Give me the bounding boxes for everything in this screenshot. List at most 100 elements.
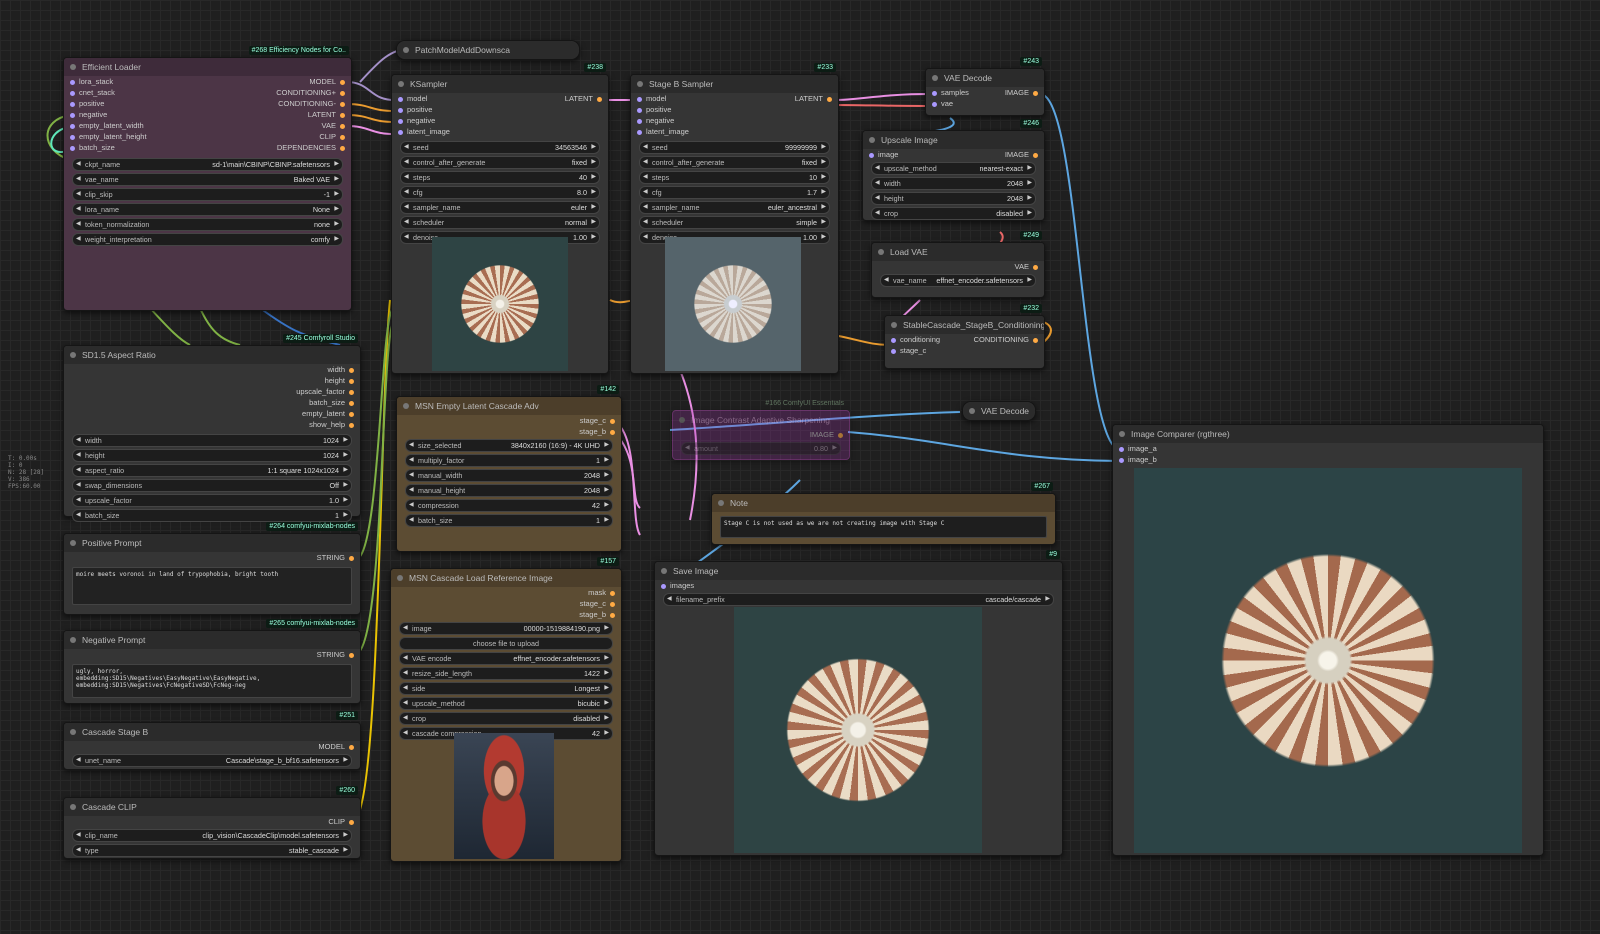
input-stage-c[interactable]: stage_c [891, 345, 926, 356]
input-positive[interactable]: positive [637, 104, 671, 115]
widget-size-selected[interactable]: size_selected3840x2160 (16:9) - 4K UHD [405, 439, 613, 452]
widget-scheduler[interactable]: schedulersimple [639, 216, 830, 229]
node-title[interactable]: Cascade Stage B [64, 723, 360, 741]
widget-side[interactable]: sideLongest [399, 682, 613, 695]
output-vae[interactable]: VAE [1015, 261, 1038, 272]
output-stage-b[interactable]: stage_b [579, 609, 615, 620]
widget-weight-interpretation[interactable]: weight_interpretationcomfy [72, 233, 343, 246]
node-title[interactable]: Image Contrast Adaptive Sharpening [673, 411, 849, 429]
output-model[interactable]: MODEL [309, 76, 345, 87]
input-model[interactable]: model [637, 93, 666, 104]
node-note[interactable]: #267 Note Stage C is not used as we are … [711, 482, 1056, 545]
output-model[interactable]: MODEL [318, 741, 354, 752]
node-vae-decode-collapsed[interactable]: VAE Decode [962, 401, 1036, 421]
widget-clip-skip[interactable]: clip_skip-1 [72, 188, 343, 201]
output-image[interactable]: IMAGE [1005, 87, 1038, 98]
input-empty-latent-width[interactable]: empty_latent_width [70, 120, 144, 131]
node-aspect-ratio[interactable]: #245 Comfyroll Studio SD1.5 Aspect Ratio… [63, 334, 361, 522]
node-title[interactable]: VAE Decode [963, 402, 1035, 420]
widget-swap-dimensions[interactable]: swap_dimensionsOff [72, 479, 352, 492]
output-string[interactable]: STRING [317, 649, 354, 660]
widget-cfg[interactable]: cfg1.7 [639, 186, 830, 199]
node-title[interactable]: Save Image [655, 562, 1062, 580]
node-negative-prompt[interactable]: #265 comfyui-mixlab-nodes Negative Promp… [63, 619, 361, 704]
node-title[interactable]: Image Comparer (rgthree) [1113, 425, 1543, 443]
output-latent[interactable]: LATENT [308, 109, 345, 120]
widget-filename-prefix[interactable]: filename_prefixcascade/cascade [663, 593, 1054, 606]
node-vae-decode[interactable]: #243 VAE Decode samples IMAGE vae [925, 57, 1045, 116]
input-negative[interactable]: negative [398, 115, 435, 126]
output-stage-b[interactable]: stage_b [579, 426, 615, 437]
node-title[interactable]: Load VAE [872, 243, 1044, 261]
node-load-vae[interactable]: #249 Load VAE VAE vae_nameeffnet_encoder… [871, 231, 1045, 298]
input-lora-stack[interactable]: lora_stack [70, 76, 113, 87]
output-dependencies[interactable]: DEPENDENCIES [277, 142, 345, 153]
node-cascade-clip[interactable]: #260 Cascade CLIP CLIP clip_nameclip_vis… [63, 786, 361, 859]
input-latent-image[interactable]: latent_image [637, 126, 689, 137]
node-bypassed-sharpening[interactable]: #166 ComfyUI Essentials Image Contrast A… [672, 400, 850, 460]
prompt-textarea[interactable]: moire meets voronoi in land of trypophob… [72, 567, 352, 605]
node-title[interactable]: Note [712, 494, 1055, 512]
widget-token-normalization[interactable]: token_normalizationnone [72, 218, 343, 231]
node-efficient-loader[interactable]: #268 Efficiency Nodes for Co.. Efficient… [63, 46, 352, 311]
node-stablecascade-conditioning[interactable]: #232 StableCascade_StageB_Conditioning c… [884, 304, 1045, 369]
node-title[interactable]: Stage B Sampler [631, 75, 838, 93]
input-image-a[interactable]: image_a [1119, 443, 1157, 454]
widget-control-after-generate[interactable]: control_after_generatefixed [400, 156, 600, 169]
input-negative[interactable]: negative [70, 109, 107, 120]
node-title[interactable]: SD1.5 Aspect Ratio [64, 346, 360, 364]
node-title[interactable]: MSN Cascade Load Reference Image [391, 569, 621, 587]
widget-batch-size[interactable]: batch_size1 [405, 514, 613, 527]
widget-lora-name[interactable]: lora_nameNone [72, 203, 343, 216]
widget-upscale-factor[interactable]: upscale_factor1.0 [72, 494, 352, 507]
input-empty-latent-height[interactable]: empty_latent_height [70, 131, 147, 142]
widget-scheduler[interactable]: schedulernormal [400, 216, 600, 229]
widget-upscale-method[interactable]: upscale_methodnearest-exact [871, 162, 1036, 175]
input-image-b[interactable]: image_b [1119, 454, 1157, 465]
node-title[interactable]: PatchModelAddDownsca [397, 41, 579, 59]
widget-crop[interactable]: cropdisabled [871, 207, 1036, 220]
output-latent[interactable]: LATENT [795, 93, 832, 104]
node-title[interactable]: Efficient Loader [64, 58, 351, 76]
widget-seed[interactable]: seed99999999 [639, 141, 830, 154]
widget-vae-name[interactable]: vae_nameBaked VAE [72, 173, 343, 186]
widget-crop[interactable]: cropdisabled [399, 712, 613, 725]
node-save-image[interactable]: #9 Save Image images filename_prefixcasc… [654, 550, 1063, 856]
note-textarea[interactable]: Stage C is not used as we are not creati… [720, 516, 1047, 538]
output-show-help[interactable]: show_help [309, 419, 354, 430]
widget-width[interactable]: width2048 [871, 177, 1036, 190]
widget-clip-name[interactable]: clip_nameclip_vision\CascadeClip\model.s… [72, 829, 352, 842]
widget-vae-name[interactable]: vae_nameeffnet_encoder.safetensors [880, 274, 1036, 287]
widget-sampler-name[interactable]: sampler_nameeuler_ancestral [639, 201, 830, 214]
node-ksampler[interactable]: #238 KSampler model LATENT positive negat… [391, 63, 609, 374]
widget-manual-width[interactable]: manual_width2048 [405, 469, 613, 482]
output-conditioning[interactable]: CONDITIONING [974, 334, 1038, 345]
widget-width[interactable]: width1024 [72, 434, 352, 447]
widget-batch-size[interactable]: batch_size1 [72, 509, 352, 522]
output-conditioning-pos[interactable]: CONDITIONING+ [276, 87, 345, 98]
input-samples[interactable]: samples [932, 87, 969, 98]
widget-cfg[interactable]: cfg8.0 [400, 186, 600, 199]
node-title[interactable]: StableCascade_StageB_Conditioning [885, 316, 1044, 334]
output-image[interactable]: IMAGE [810, 429, 843, 440]
node-cascade-stage-b[interactable]: #251 Cascade Stage B MODEL unet_nameCasc… [63, 711, 361, 770]
input-conditioning[interactable]: conditioning [891, 334, 940, 345]
input-positive[interactable]: positive [70, 98, 104, 109]
widget-height[interactable]: height1024 [72, 449, 352, 462]
node-positive-prompt[interactable]: #264 comfyui-mixlab-nodes Positive Promp… [63, 522, 361, 615]
choose-file-button[interactable]: choose file to upload [399, 637, 613, 650]
output-image[interactable]: IMAGE [1005, 149, 1038, 160]
widget-upscale-method[interactable]: upscale_methodbicubic [399, 697, 613, 710]
output-conditioning-neg[interactable]: CONDITIONING- [278, 98, 345, 109]
node-patch-model[interactable]: PatchModelAddDownsca [396, 40, 580, 60]
node-image-comparer[interactable]: Image Comparer (rgthree) image_a image_b [1112, 424, 1544, 856]
widget-compression[interactable]: compression42 [405, 499, 613, 512]
prompt-textarea[interactable]: ugly, horror, embedding:SD15\Negatives\E… [72, 664, 352, 698]
output-mask[interactable]: mask [588, 587, 615, 598]
widget-height[interactable]: height2048 [871, 192, 1036, 205]
output-clip[interactable]: CLIP [328, 816, 354, 827]
output-batch-size[interactable]: batch_size [309, 397, 354, 408]
node-stage-b-sampler[interactable]: #233 Stage B Sampler model LATENT positiv… [630, 63, 839, 374]
node-title[interactable]: Positive Prompt [64, 534, 360, 552]
widget-aspect-ratio[interactable]: aspect_ratio1:1 square 1024x1024 [72, 464, 352, 477]
